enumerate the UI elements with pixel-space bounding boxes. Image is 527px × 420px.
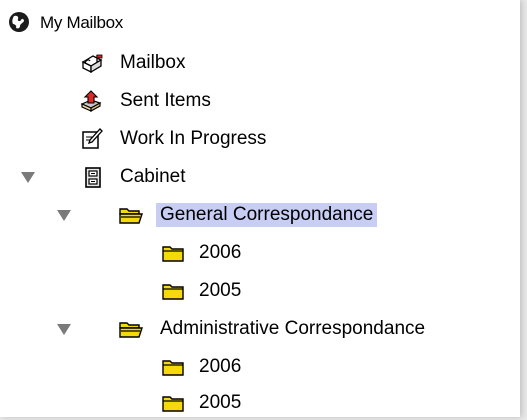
tree-item-2005[interactable]: 2005 (0, 388, 520, 418)
tree-item-label: My Mailbox (40, 13, 123, 32)
folder-open-icon (118, 204, 143, 226)
tree-item-my-mailbox[interactable]: My Mailbox (0, 8, 520, 38)
tree-item-label: Cabinet (120, 166, 186, 187)
folder-icon (160, 280, 184, 302)
sent-items-icon (80, 90, 104, 113)
tree-item-2006[interactable]: 2006 (0, 352, 520, 382)
tree-item-label: General Correspondance (156, 203, 378, 227)
globe-icon (8, 11, 32, 33)
folder-tree-panel: My Mailbox Mailbox Sent Items Work In Pr… (0, 0, 520, 417)
tree-item-label: 2006 (199, 242, 242, 263)
tree-item-label: Sent Items (120, 90, 211, 111)
folder-open-icon (118, 318, 143, 340)
tree-item-label: 2005 (199, 280, 242, 301)
tree-item-work-in-progress[interactable]: Work In Progress (0, 124, 520, 154)
tree-item-administrative-correspondance[interactable]: Administrative Correspondance (0, 314, 520, 344)
tree-item-2005[interactable]: 2005 (0, 276, 520, 306)
tree-item-label: Mailbox (120, 52, 186, 73)
tree-item-sent-items[interactable]: Sent Items (0, 86, 520, 116)
folder-icon (160, 392, 184, 414)
folder-icon (160, 242, 184, 264)
mailbox-icon (80, 52, 104, 74)
tree-item-general-correspondance[interactable]: General Correspondance (0, 200, 520, 230)
tree-item-label: Work In Progress (120, 128, 267, 149)
tree-item-cabinet[interactable]: Cabinet (0, 162, 520, 192)
tree-item-label: Administrative Correspondance (160, 318, 426, 339)
tree-item-label: 2005 (199, 392, 242, 413)
disclosure-triangle-expanded-icon[interactable] (57, 324, 71, 335)
tree-item-mailbox[interactable]: Mailbox (0, 48, 520, 78)
tree-item-label: 2006 (199, 356, 242, 377)
cabinet-icon (82, 166, 106, 188)
work-in-progress-icon (80, 128, 104, 150)
disclosure-triangle-expanded-icon[interactable] (57, 210, 71, 221)
tree-item-2006[interactable]: 2006 (0, 238, 520, 268)
disclosure-triangle-expanded-icon[interactable] (21, 172, 35, 183)
folder-icon (160, 356, 184, 378)
